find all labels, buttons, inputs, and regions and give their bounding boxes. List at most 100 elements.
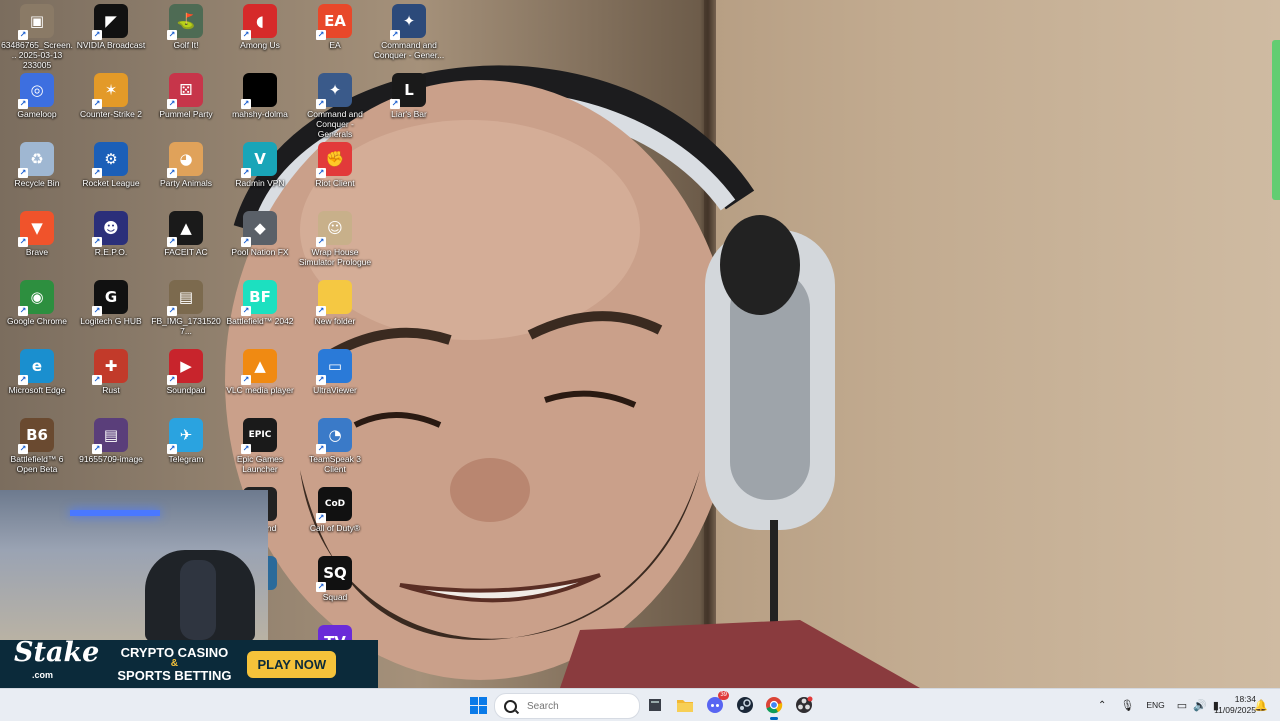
desktop-icon[interactable]: ↗ New folder: [298, 280, 372, 326]
file-explorer-icon: [649, 699, 661, 711]
windows-logo-icon: [469, 696, 487, 714]
desktop-icon-label: UltraViewer: [313, 385, 357, 395]
desktop-icon[interactable]: ☻ ↗ R.E.P.O.: [74, 211, 148, 257]
desktop-icon[interactable]: CoD ↗ Call of Duty®: [298, 487, 372, 533]
recycle-bin-icon: ♻ ↗: [18, 142, 54, 178]
shortcut-arrow-icon: ↗: [167, 375, 177, 385]
shortcut-arrow-icon: ↗: [92, 444, 102, 454]
desktop-icon[interactable]: V ↗ Radmin VPN: [223, 142, 297, 188]
desktop-icon-label: Microsoft Edge: [8, 385, 66, 395]
nose: [450, 458, 530, 522]
taskbar-chrome[interactable]: [762, 693, 786, 720]
microphone-icon[interactable]: 🎙: [1120, 699, 1134, 712]
shortcut-arrow-icon: ↗: [18, 237, 28, 247]
desktop-icon-label: Rocket League: [82, 178, 140, 188]
desktop-icon[interactable]: ◔ ↗ TeamSpeak 3 Client: [298, 418, 372, 474]
desktop-icon[interactable]: ♻ ↗ Recycle Bin: [0, 142, 74, 188]
desktop-icon-label: 91655709-image: [79, 454, 143, 464]
desktop-icon[interactable]: ▤ ↗ 91655709-image: [74, 418, 148, 464]
taskbar-obs[interactable]: [792, 693, 816, 717]
desktop-icon[interactable]: ◆ ↗ Pool Nation FX: [223, 211, 297, 257]
desktop-icon[interactable]: ☺ ↗ Wrap House Simulator Prologue: [298, 211, 372, 267]
desktop-icon[interactable]: ⛳ ↗ Golf It!: [149, 4, 223, 50]
shortcut-arrow-icon: ↗: [316, 444, 326, 454]
desktop-icon[interactable]: ◉ ↗ Google Chrome: [0, 280, 74, 326]
stake-ad-banner[interactable]: Stake .com CRYPTO CASINO & SPORTS BETTIN…: [0, 639, 378, 688]
taskbar-discord[interactable]: 39: [703, 691, 729, 717]
desktop-icon[interactable]: ◕ ↗ Party Animals: [149, 142, 223, 188]
riot-client-icon: ✊ ↗: [316, 142, 352, 178]
shortcut-arrow-icon: ↗: [316, 582, 326, 592]
desktop-icon-label: Pummel Party: [159, 109, 213, 119]
shortcut-arrow-icon: ↗: [92, 237, 102, 247]
desktop-icon[interactable]: ◖ ↗ Among Us: [223, 4, 297, 50]
desktop-icon[interactable]: ✦ ↗ Command and Conquer - Generals: [298, 73, 372, 139]
desktop-icon[interactable]: ▼ ↗ Brave: [0, 211, 74, 257]
desktop-icon-label: 63486765_Screen... 2025-03-13 233005: [1, 40, 73, 70]
language-indicator[interactable]: ENG: [1146, 700, 1164, 710]
tray-overflow-chevron-up-icon[interactable]: ⌃: [1098, 700, 1106, 711]
desktop-icon[interactable]: ▶ ↗ Soundpad: [149, 349, 223, 395]
desktop-icon[interactable]: ✈ ↗ Telegram: [149, 418, 223, 464]
desktop-icon[interactable]: B6 ↗ Battlefield™ 6 Open Beta: [0, 418, 74, 474]
desktop-icon-label: TeamSpeak 3 Client: [309, 454, 361, 474]
shortcut-arrow-icon: ↗: [167, 30, 177, 40]
start-button[interactable]: [466, 693, 490, 717]
desktop-icon[interactable]: ✚ ↗ Rust: [74, 349, 148, 395]
desktop-icon[interactable]: G ↗ Logitech G HUB: [74, 280, 148, 326]
streamer-room-cam: [0, 490, 268, 640]
command-and-conquer-generals-icon: ✦ ↗: [316, 73, 352, 109]
battlefield-6-icon: B6 ↗: [18, 418, 54, 454]
taskbar-folder[interactable]: [673, 693, 697, 717]
desktop-icon[interactable]: SQ ↗ Squad: [298, 556, 372, 602]
desktop-icon-label: NVIDIA Broadcast: [76, 40, 146, 50]
desktop-icon[interactable]: ✶ ↗ Counter-Strike 2: [74, 73, 148, 119]
network-icon[interactable]: ▭: [1177, 699, 1187, 712]
desktop-icon[interactable]: L ↗ Liar's Bar: [372, 73, 446, 119]
epic-games-icon: EPIC ↗: [241, 418, 277, 454]
desktop-icon-label: Gameloop: [17, 109, 57, 119]
desktop-icon-label: FACEIT AC: [164, 247, 208, 257]
banner-ampersand: &: [170, 658, 179, 669]
notification-center-button[interactable]: 🔔: [1254, 693, 1268, 717]
desktop-icon[interactable]: ▭ ↗ UltraViewer: [298, 349, 372, 395]
shortcut-arrow-icon: ↗: [167, 306, 177, 316]
stake-logo: Stake .com: [14, 639, 99, 686]
desktop-icon[interactable]: ▣ ↗ 63486765_Screen... 2025-03-13 233005: [0, 4, 74, 70]
desktop-icon-label: VLC media player: [226, 385, 294, 395]
gaming-chair-back: [180, 560, 216, 640]
taskbar-steam[interactable]: [733, 693, 757, 717]
desktop-icon[interactable]: BF ↗ Battlefield™ 2042: [223, 280, 297, 326]
clock-time: 18:34: [1234, 694, 1256, 704]
desktop-icon[interactable]: ▲ ↗ FACEIT AC: [149, 211, 223, 257]
gameloop-icon: ◎ ↗: [18, 73, 54, 109]
desktop-icon-label: Logitech G HUB: [80, 316, 142, 326]
play-now-button[interactable]: PLAY NOW: [247, 650, 337, 678]
desktop-icon[interactable]: ↗ mahshy-dolma: [223, 73, 297, 119]
image-file-icon-2: ▤ ↗: [92, 418, 128, 454]
soundpad-icon: ▶ ↗: [167, 349, 203, 385]
desktop-icon[interactable]: ⚄ ↗ Pummel Party: [149, 73, 223, 119]
desktop-icon[interactable]: e ↗ Microsoft Edge: [0, 349, 74, 395]
desktop-icon[interactable]: EPIC ↗ Epic Games Launcher: [223, 418, 297, 474]
vlc-icon: ▲ ↗: [241, 349, 277, 385]
desktop-icon[interactable]: ⚙ ↗ Rocket League: [74, 142, 148, 188]
shortcut-arrow-icon: ↗: [316, 99, 326, 109]
desktop-icon[interactable]: ✦ ↗ Command and Conquer - Gener...: [372, 4, 446, 60]
taskbar-search[interactable]: [494, 693, 640, 719]
desktop-icon[interactable]: ◤ ↗ NVIDIA Broadcast: [74, 4, 148, 50]
desktop-icon[interactable]: ▤ ↗ FB_IMG_17315207...: [149, 280, 223, 336]
taskbar-file-explorer[interactable]: [643, 693, 667, 717]
search-input[interactable]: [525, 699, 639, 713]
taskbar-clock[interactable]: 18:34 11/09/2025: [1200, 694, 1256, 716]
squad-icon: SQ ↗: [316, 556, 352, 592]
desktop-icon[interactable]: ◎ ↗ Gameloop: [0, 73, 74, 119]
shortcut-arrow-icon: ↗: [241, 237, 251, 247]
pool-nation-icon: ◆ ↗: [241, 211, 277, 247]
shortcut-arrow-icon: ↗: [18, 99, 28, 109]
desktop-icon[interactable]: ▲ ↗ VLC media player: [223, 349, 297, 395]
shortcut-arrow-icon: ↗: [241, 99, 251, 109]
faceit-icon: ▲ ↗: [167, 211, 203, 247]
desktop-icon[interactable]: ✊ ↗ Riot Client: [298, 142, 372, 188]
desktop-icon[interactable]: EA ↗ EA: [298, 4, 372, 50]
